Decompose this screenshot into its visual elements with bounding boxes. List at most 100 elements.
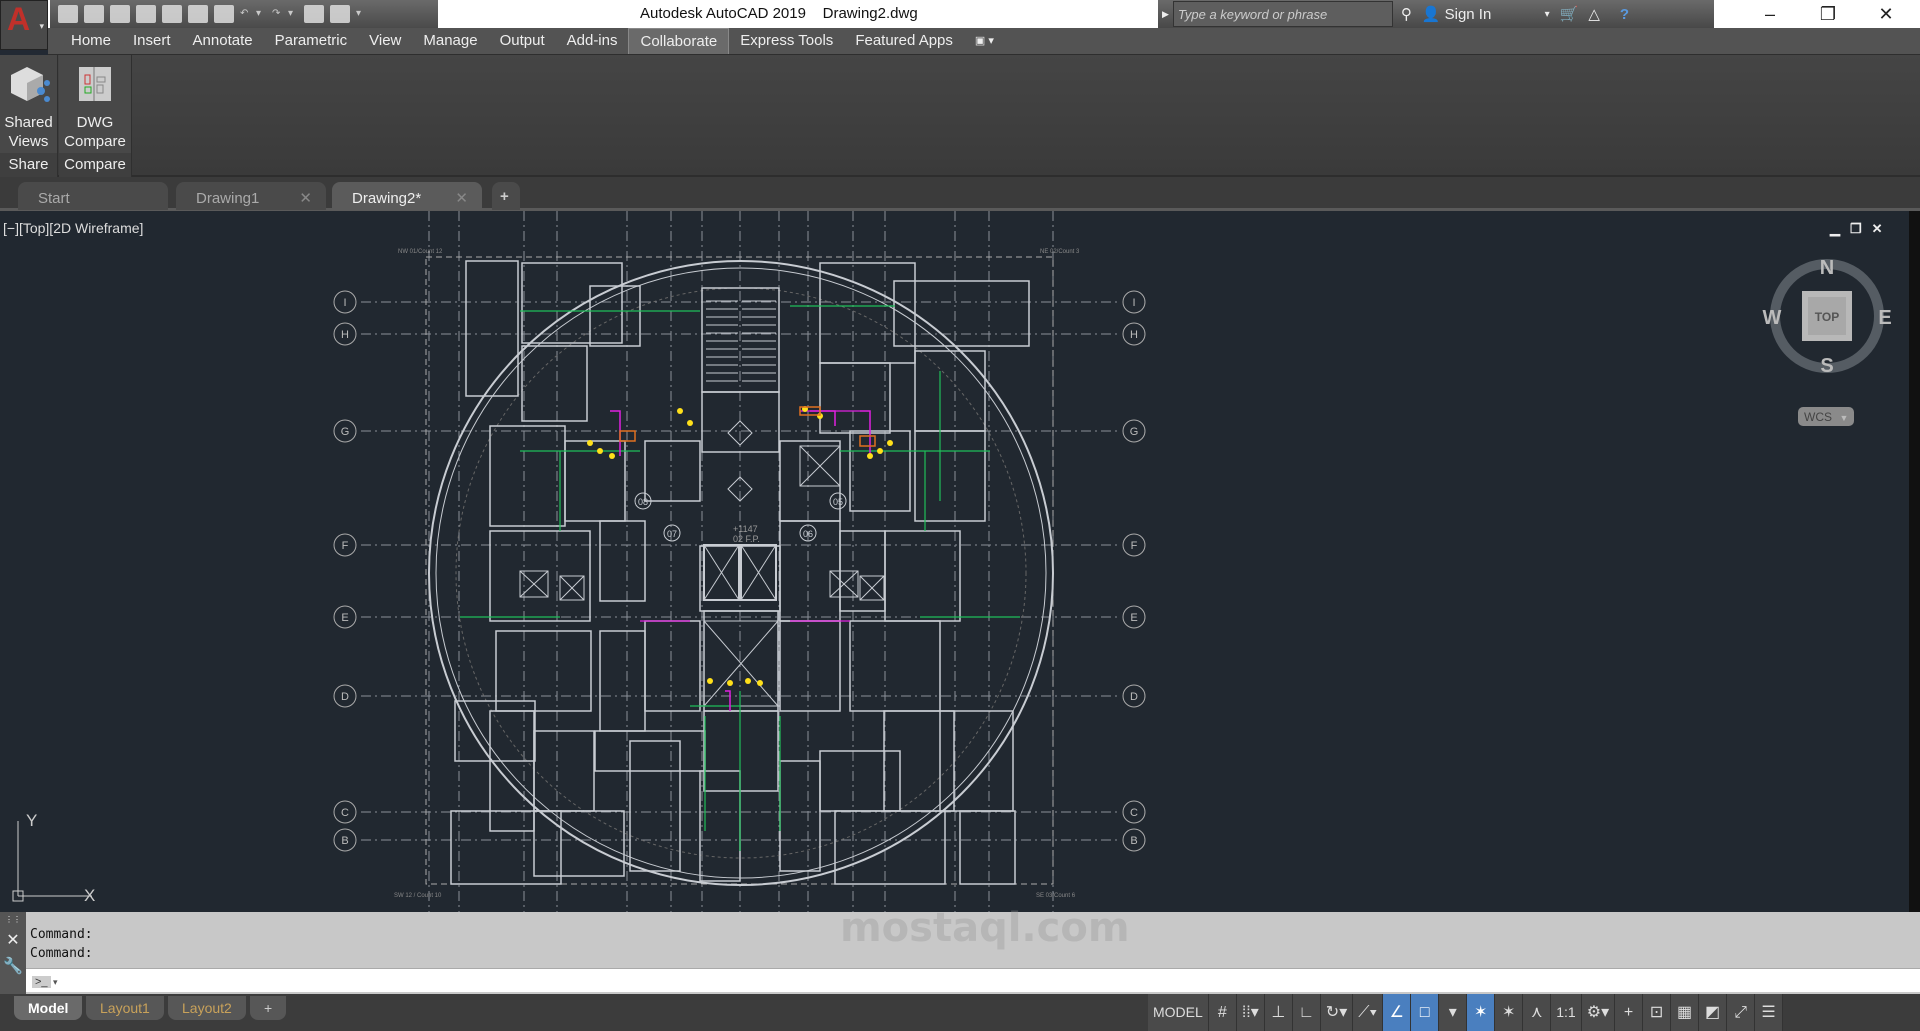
- room-wall: [594, 730, 706, 772]
- ribbon-tab-annotate[interactable]: Annotate: [182, 28, 264, 54]
- infocenter: ▶ Type a keyword or phrase ⚲ 👤 Sign In ▾…: [1158, 0, 1714, 28]
- infer-constraints-icon[interactable]: ⊥: [1265, 994, 1293, 1031]
- ribbon-tab-view[interactable]: View: [358, 28, 412, 54]
- open-web-icon[interactable]: [162, 5, 182, 23]
- vertical-scrollbar[interactable]: [1909, 211, 1920, 912]
- match-properties-icon[interactable]: [304, 5, 324, 23]
- open-icon[interactable]: [84, 5, 104, 23]
- ribbon-tab-output[interactable]: Output: [489, 28, 556, 54]
- fixture-point: [727, 680, 733, 686]
- viewcube[interactable]: TOP N S E W WCS ▼: [1760, 256, 1900, 456]
- binoculars-icon[interactable]: ⚲: [1401, 5, 1412, 23]
- command-prompt-icon[interactable]: >_: [32, 976, 51, 988]
- undo-icon[interactable]: ↶: [240, 5, 250, 23]
- dropdown-icon[interactable]: ▾: [1545, 9, 1550, 20]
- annotation-visibility-icon[interactable]: ✶: [1467, 994, 1496, 1031]
- grip-icon[interactable]: ⋮⋮: [0, 915, 26, 924]
- sign-in-button[interactable]: Sign In: [1445, 6, 1545, 23]
- fixture-point: [609, 453, 615, 459]
- new-icon[interactable]: [58, 5, 78, 23]
- compass-n[interactable]: N: [1820, 257, 1834, 279]
- hardware-acceleration-icon[interactable]: ◩: [1699, 994, 1728, 1031]
- model-space-toggle[interactable]: MODEL: [1148, 994, 1209, 1031]
- save-as-icon[interactable]: [136, 5, 156, 23]
- grid-label: G: [1130, 426, 1139, 438]
- save-icon[interactable]: [110, 5, 130, 23]
- compass-e[interactable]: E: [1878, 307, 1891, 329]
- wrench-icon[interactable]: 🔧: [0, 956, 26, 976]
- workspace-gear-icon[interactable]: ⚙▾: [1582, 994, 1616, 1031]
- close-icon[interactable]: ✕: [0, 930, 26, 950]
- annotation-scale-value[interactable]: 1:1: [1551, 994, 1582, 1031]
- ribbon-tab-home[interactable]: Home: [60, 28, 122, 54]
- isodraft-icon[interactable]: ⟋▾: [1353, 994, 1384, 1031]
- ribbon-tab-express-tools[interactable]: Express Tools: [729, 28, 844, 54]
- close-tab-icon[interactable]: ✕: [299, 189, 312, 207]
- units-icon[interactable]: ⊡: [1643, 994, 1672, 1031]
- file-tab-start[interactable]: Start: [18, 182, 168, 210]
- grid-icon[interactable]: #: [1209, 994, 1237, 1031]
- close-tab-icon[interactable]: ✕: [455, 189, 468, 207]
- save-web-icon[interactable]: [188, 5, 208, 23]
- application-menu-button[interactable]: A ▾: [0, 0, 48, 50]
- add-layout-button[interactable]: +: [250, 996, 287, 1020]
- viewcube-face-label: TOP: [1815, 310, 1839, 324]
- layout-tab-model[interactable]: Model: [14, 996, 83, 1020]
- close-button[interactable]: ✕: [1858, 2, 1914, 26]
- dropdown-icon[interactable]: ▾: [1439, 994, 1468, 1031]
- drawing-viewport[interactable]: [−][Top][2D Wireframe] IIHHGGFFEEDDCCBB0…: [0, 211, 1920, 912]
- viewport-window-controls[interactable]: ▁❐✕: [1830, 221, 1893, 237]
- new-tab-button[interactable]: +: [492, 182, 520, 210]
- ortho-icon[interactable]: ∟: [1293, 994, 1321, 1031]
- customization-menu-icon[interactable]: ☰: [1755, 994, 1784, 1031]
- cart-icon[interactable]: 🛒: [1560, 5, 1579, 23]
- file-tab-drawing1[interactable]: Drawing1 ✕: [176, 182, 326, 210]
- file-tab-drawing2[interactable]: Drawing2* ✕: [332, 182, 482, 210]
- annotation-scale-icon[interactable]: ⋏: [1523, 994, 1552, 1031]
- restore-button[interactable]: ❐: [1800, 2, 1856, 26]
- help-icon[interactable]: ?: [1620, 6, 1629, 23]
- ribbon-tab-add-ins[interactable]: Add-ins: [556, 28, 629, 54]
- ribbon-tab-featured-apps[interactable]: Featured Apps: [844, 28, 964, 54]
- ribbon-tab-insert[interactable]: Insert: [122, 28, 182, 54]
- auto-scale-icon[interactable]: ✶: [1495, 994, 1524, 1031]
- dropdown-icon[interactable]: ▾: [256, 5, 266, 23]
- minimize-button[interactable]: –: [1742, 2, 1798, 26]
- plot-icon[interactable]: [214, 5, 234, 23]
- compass-w[interactable]: W: [1763, 307, 1782, 329]
- corner-label: SE 03/Count 6: [1036, 893, 1076, 899]
- room-wall: [599, 630, 646, 732]
- ribbon-tab-parametric[interactable]: Parametric: [264, 28, 359, 54]
- layout-tab-layout1[interactable]: Layout1: [86, 996, 164, 1020]
- chevron-down-icon: ▼: [1840, 413, 1849, 423]
- quick-properties-icon[interactable]: ▦: [1671, 994, 1700, 1031]
- layout-tab-layout2[interactable]: Layout2: [168, 996, 246, 1020]
- a360-icon[interactable]: △: [1588, 5, 1600, 23]
- grid-label: D: [341, 691, 349, 703]
- clean-screen-icon[interactable]: ⤢: [1727, 994, 1756, 1031]
- drain-line: [610, 410, 621, 456]
- customize-qat-icon[interactable]: ▾: [356, 5, 366, 23]
- compass-s[interactable]: S: [1820, 355, 1833, 377]
- level-text: +1147: [733, 524, 758, 534]
- object-snap-icon[interactable]: □: [1411, 994, 1440, 1031]
- batch-plot-icon[interactable]: [330, 5, 350, 23]
- annotation-monitor-icon[interactable]: +: [1615, 994, 1644, 1031]
- polar-icon[interactable]: ↻▾: [1321, 994, 1354, 1031]
- shared-views-button[interactable]: Shared Views: [0, 113, 57, 151]
- room-wall: [495, 630, 592, 712]
- dwg-compare-button[interactable]: DWG Compare: [59, 113, 131, 151]
- room-wall: [644, 620, 701, 712]
- room-tag: 06: [803, 529, 813, 539]
- search-input[interactable]: Type a keyword or phrase: [1172, 1, 1393, 27]
- redo-icon[interactable]: ↷: [272, 5, 282, 23]
- ribbon-tab-manage[interactable]: Manage: [412, 28, 488, 54]
- command-input[interactable]: >_ ▾: [26, 968, 1920, 992]
- expand-icon[interactable]: ▶: [1162, 9, 1169, 20]
- object-snap-tracking-icon[interactable]: ∠: [1383, 994, 1412, 1031]
- ribbon-display-toggle[interactable]: ▣ ▾: [964, 28, 1005, 54]
- dropdown-icon[interactable]: ▾: [288, 5, 298, 23]
- room-wall: [779, 440, 841, 522]
- snap-icon[interactable]: ⁞⁞▾: [1237, 994, 1265, 1031]
- ribbon-tab-collaborate[interactable]: Collaborate: [628, 28, 730, 54]
